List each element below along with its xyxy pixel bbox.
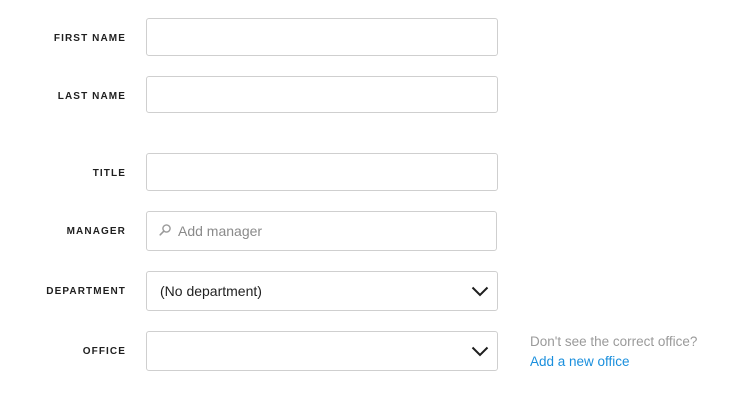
title-label: TITLE (92, 168, 126, 179)
last-name-input[interactable] (146, 76, 498, 113)
department-select[interactable]: (No department) (146, 271, 498, 311)
last-name-label: LAST NAME (57, 91, 126, 102)
office-select[interactable] (146, 331, 498, 371)
add-office-link[interactable]: Add a new office (530, 353, 630, 370)
department-selected-value: (No department) (160, 283, 262, 299)
first-name-input[interactable] (146, 18, 498, 56)
chevron-down-icon (471, 346, 489, 357)
manager-label: MANAGER (66, 226, 126, 237)
search-icon (159, 224, 171, 236)
first-name-label: FIRST NAME (53, 33, 126, 44)
chevron-down-icon (471, 286, 489, 297)
office-label: OFFICE (82, 346, 126, 357)
department-label: DEPARTMENT (46, 286, 126, 297)
manager-search-field[interactable] (146, 211, 497, 251)
manager-input[interactable] (178, 212, 478, 250)
title-input[interactable] (146, 153, 498, 191)
office-hint-text: Don't see the correct office? (530, 334, 698, 349)
